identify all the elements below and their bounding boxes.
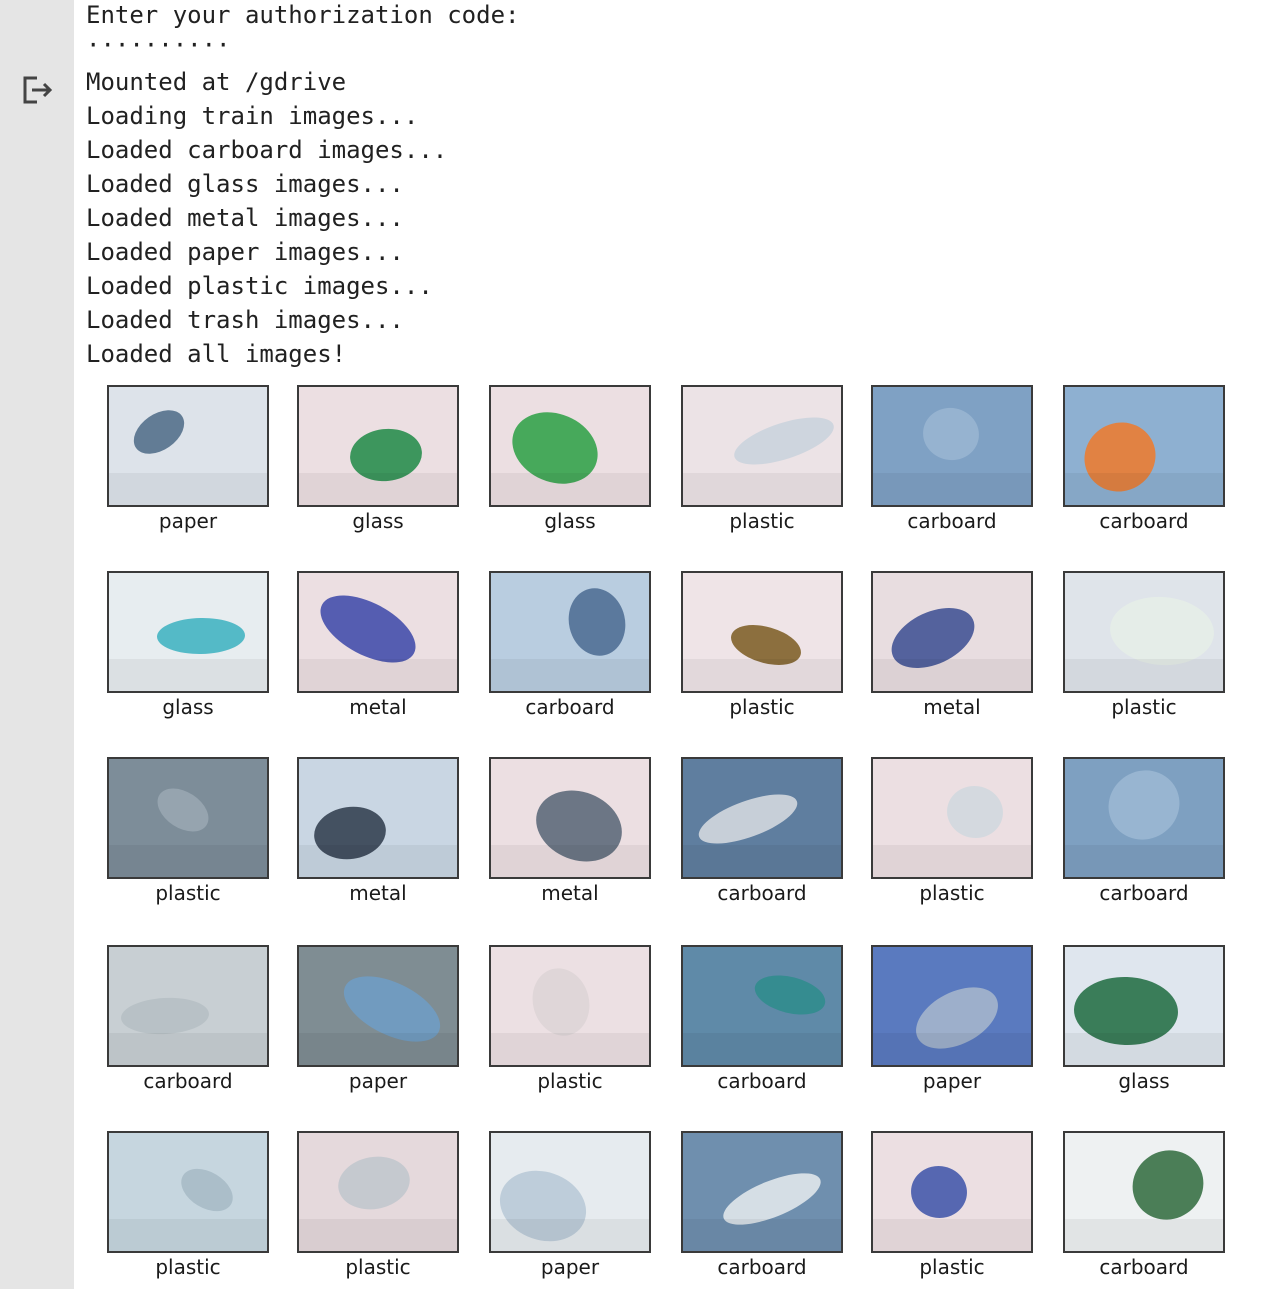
image-label: plastic [155,1255,221,1279]
image-thumbnail [297,945,459,1067]
image-thumbnail [107,757,269,879]
image-label: metal [349,881,407,905]
image-thumbnail [681,571,843,693]
image-thumbnail [107,385,269,507]
image-label: carboard [717,1069,807,1093]
image-label: plastic [1111,695,1177,719]
image-thumbnail [489,1131,651,1253]
image-thumbnail [1063,571,1225,693]
image-thumbnail [297,385,459,507]
image-thumbnail [871,945,1033,1067]
image-label: carboard [1099,881,1189,905]
image-label: plastic [155,881,221,905]
image-thumbnail [107,571,269,693]
image-label: glass [544,509,596,533]
image-thumbnail [489,757,651,879]
image-thumbnail [1063,757,1225,879]
image-tile: carboard [681,945,843,1095]
image-tile: metal [489,757,651,907]
image-label: plastic [919,1255,985,1279]
image-tile: plastic [681,385,843,535]
image-label: carboard [525,695,615,719]
image-tile: paper [107,385,269,535]
image-tile: metal [871,571,1033,721]
image-thumbnail [1063,1131,1225,1253]
image-label: carboard [143,1069,233,1093]
image-tile: plastic [297,1131,459,1281]
image-label: plastic [729,509,795,533]
image-tile: paper [871,945,1033,1095]
image-tile: plastic [489,945,651,1095]
image-tile: carboard [871,385,1033,535]
image-thumbnail [297,757,459,879]
image-thumbnail [489,945,651,1067]
image-thumbnail [681,757,843,879]
image-thumbnail [489,571,651,693]
image-label: carboard [717,881,807,905]
image-tile: plastic [107,757,269,907]
image-thumbnail [107,945,269,1067]
image-tile: metal [297,571,459,721]
image-label: plastic [729,695,795,719]
image-tile: carboard [681,757,843,907]
image-tile: glass [1063,945,1225,1095]
image-tile: plastic [107,1131,269,1281]
image-thumbnail [681,945,843,1067]
image-tile: glass [107,571,269,721]
image-thumbnail [1063,945,1225,1067]
image-tile: carboard [1063,757,1225,907]
image-tile: glass [489,385,651,535]
image-label: carboard [907,509,997,533]
image-grid: paper glass glass plastic carboard carboard gl… [0,0,1266,1289]
image-label: carboard [717,1255,807,1279]
image-tile: plastic [871,757,1033,907]
image-tile: carboard [489,571,651,721]
image-label: metal [541,881,599,905]
image-tile: paper [489,1131,651,1281]
image-thumbnail [489,385,651,507]
image-thumbnail [297,571,459,693]
image-label: carboard [1099,1255,1189,1279]
image-label: metal [923,695,981,719]
image-label: plastic [919,881,985,905]
image-label: plastic [537,1069,603,1093]
image-thumbnail [681,1131,843,1253]
image-label: paper [540,1255,600,1279]
image-tile: paper [297,945,459,1095]
image-tile: plastic [1063,571,1225,721]
image-tile: carboard [1063,1131,1225,1281]
image-thumbnail [871,757,1033,879]
image-label: metal [349,695,407,719]
image-tile: metal [297,757,459,907]
image-thumbnail [871,1131,1033,1253]
image-label: glass [162,695,214,719]
image-label: carboard [1099,509,1189,533]
image-tile: glass [297,385,459,535]
image-thumbnail [107,1131,269,1253]
image-label: glass [1118,1069,1170,1093]
image-tile: plastic [871,1131,1033,1281]
image-tile: carboard [107,945,269,1095]
image-label: plastic [345,1255,411,1279]
image-tile: plastic [681,571,843,721]
image-tile: carboard [681,1131,843,1281]
image-thumbnail [681,385,843,507]
image-label: paper [922,1069,982,1093]
image-thumbnail [1063,385,1225,507]
image-label: paper [348,1069,408,1093]
image-thumbnail [297,1131,459,1253]
image-label: glass [352,509,404,533]
image-thumbnail [871,385,1033,507]
image-thumbnail [871,571,1033,693]
image-label: paper [158,509,218,533]
image-tile: carboard [1063,385,1225,535]
